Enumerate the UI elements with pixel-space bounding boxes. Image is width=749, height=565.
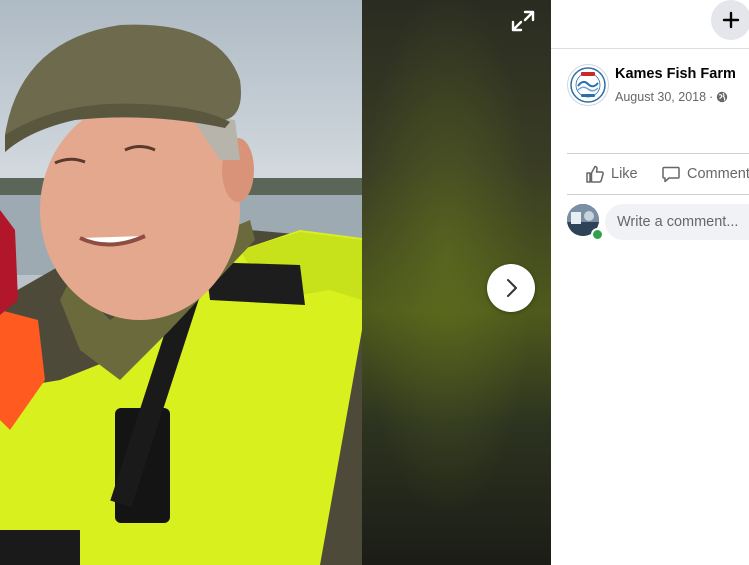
post-meta: August 30, 2018 · [615, 90, 728, 104]
post-actions: Like Comment [567, 154, 749, 194]
divider [567, 194, 749, 195]
next-photo-button[interactable] [487, 264, 535, 312]
kames-logo [570, 67, 606, 103]
like-label: Like [611, 166, 638, 182]
like-thumb-icon [586, 165, 604, 183]
create-button[interactable] [711, 0, 749, 40]
comment-label: Comment [687, 166, 749, 182]
expand-icon[interactable] [508, 6, 538, 36]
comment-bubble-icon [662, 166, 680, 183]
panel-top-bar [551, 0, 749, 49]
globe-icon[interactable] [716, 91, 728, 103]
page-name-link[interactable]: Kames Fish Farm [615, 66, 736, 82]
post-header: Kames Fish Farm August 30, 2018 · [567, 64, 749, 108]
photo-illustration [0, 0, 362, 565]
post-side-panel: Kames Fish Farm August 30, 2018 · Like C… [551, 0, 749, 565]
like-button[interactable]: Like [585, 154, 638, 194]
chevron-right-icon [507, 279, 517, 297]
comment-composer [567, 204, 749, 241]
post-photo [0, 0, 362, 565]
meta-separator: · [709, 90, 714, 104]
comment-button[interactable]: Comment [661, 154, 749, 194]
online-status-dot [591, 228, 604, 241]
page-avatar[interactable] [567, 64, 609, 106]
plus-icon [722, 11, 740, 29]
photo-viewer [0, 0, 551, 565]
post-date[interactable]: August 30, 2018 [615, 90, 706, 104]
comment-input[interactable] [605, 204, 749, 240]
